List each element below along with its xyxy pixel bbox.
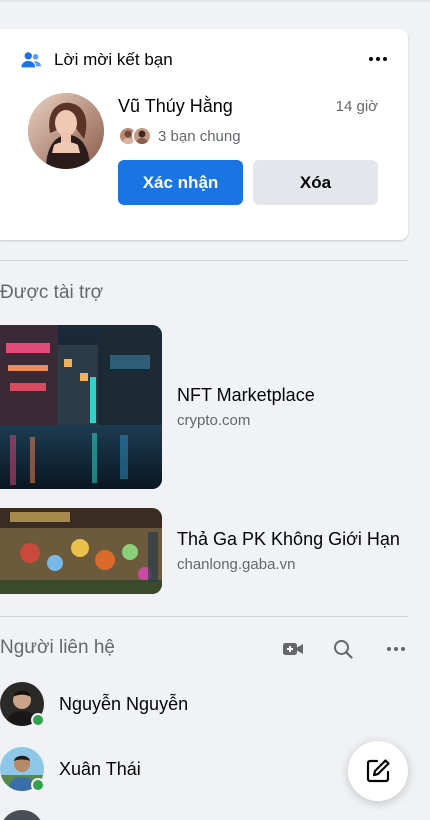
delete-button[interactable]: Xóa	[253, 160, 378, 205]
contact-name: Nguyễn Nguyễn	[59, 693, 189, 714]
contact-item[interactable]	[0, 810, 44, 820]
new-message-button[interactable]	[348, 741, 408, 801]
search-icon	[334, 640, 353, 659]
requester-avatar[interactable]	[28, 93, 104, 169]
contact-name: Xuân Thái	[59, 758, 141, 779]
sponsored-title: Được tài trợ	[0, 282, 104, 303]
more-options-button[interactable]	[364, 45, 392, 73]
more-horizontal-icon	[387, 647, 405, 651]
compose-icon	[366, 759, 390, 783]
requester-name[interactable]: Vũ Thúy Hằng	[118, 96, 233, 117]
mutual-friend-avatar	[132, 126, 152, 146]
contact-item[interactable]: Nguyễn Nguyễn	[0, 682, 189, 727]
ad-image	[0, 325, 162, 489]
divider	[0, 616, 408, 617]
ad-image	[0, 508, 162, 594]
people-icon	[21, 52, 42, 68]
contacts-title: Người liên hệ	[0, 637, 115, 658]
friend-request-card: Lời mời kết bạn Vũ Thúy Hằng 14 giờ 3 bạ…	[0, 29, 408, 240]
search-contacts-button[interactable]	[329, 635, 357, 663]
ad-text: Thả Ga PK Không Giới Hạn chanlong.gaba.v…	[177, 529, 400, 573]
confirm-button[interactable]: Xác nhận	[118, 160, 243, 205]
online-status-dot	[31, 778, 45, 792]
ad-title: Thả Ga PK Không Giới Hạn	[177, 529, 400, 549]
more-horizontal-icon	[369, 57, 387, 61]
ad-domain: chanlong.gaba.vn	[177, 556, 296, 573]
contact-item[interactable]: Xuân Thái	[0, 747, 141, 792]
friend-request-header: Lời mời kết bạn	[20, 49, 173, 71]
ad-text: NFT Marketplace crypto.com	[177, 385, 315, 429]
friend-request-title: Lời mời kết bạn	[54, 50, 173, 69]
mutual-friends[interactable]: 3 bạn chung	[118, 126, 241, 146]
mutual-friends-count: 3 bạn chung	[158, 127, 241, 145]
contact-avatar	[0, 747, 45, 792]
ad-title: NFT Marketplace	[177, 385, 315, 405]
contact-avatar	[0, 682, 45, 727]
new-room-button[interactable]	[279, 635, 307, 663]
video-camera-plus-icon	[283, 643, 303, 655]
contacts-options-button[interactable]	[382, 635, 410, 663]
ad-domain: crypto.com	[177, 412, 251, 429]
sponsored-ad[interactable]: Thả Ga PK Không Giới Hạn chanlong.gaba.v…	[0, 508, 400, 594]
request-time: 14 giờ	[335, 98, 378, 115]
online-status-dot	[31, 713, 45, 727]
divider	[0, 260, 408, 261]
top-border	[0, 0, 430, 2]
sponsored-ad[interactable]: NFT Marketplace crypto.com	[0, 325, 315, 489]
contact-avatar	[0, 810, 44, 820]
